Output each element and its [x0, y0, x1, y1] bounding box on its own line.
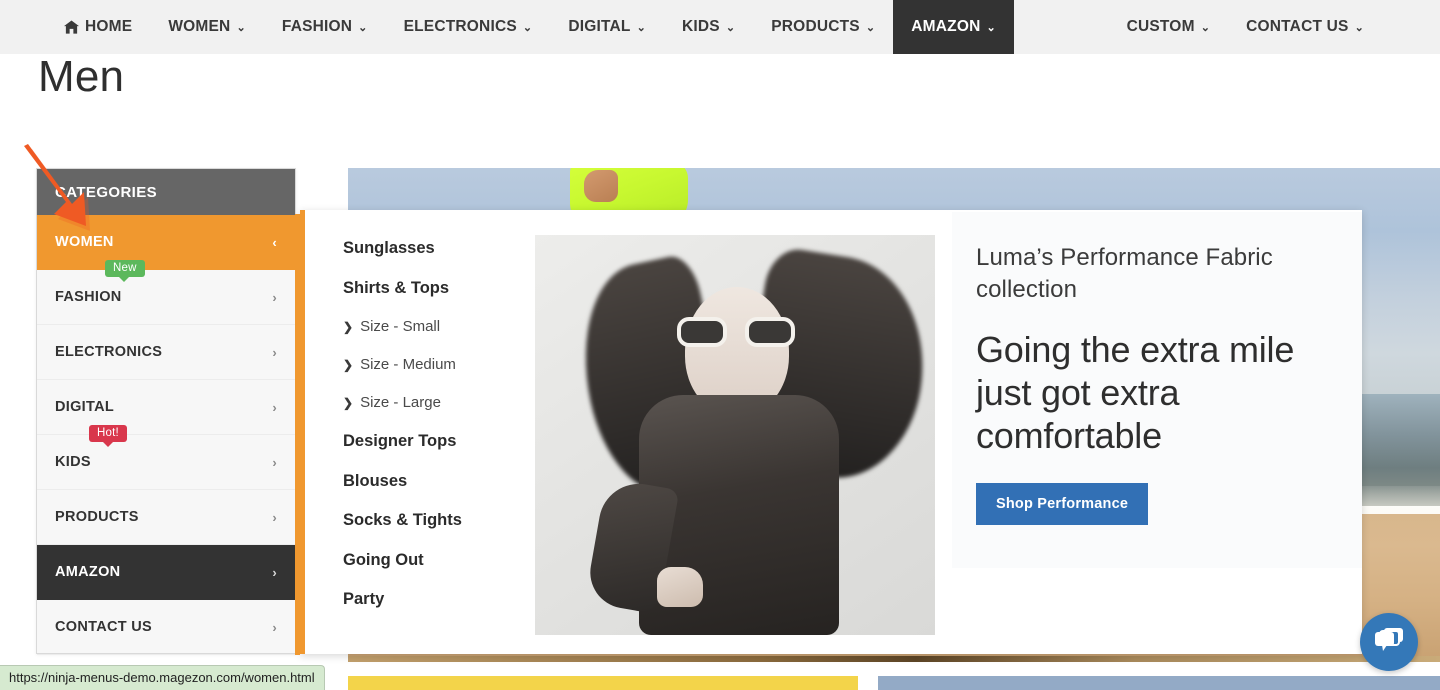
- nav-item-women[interactable]: WOMEN ⌄: [150, 0, 264, 54]
- sidebar-item-contact-us[interactable]: CONTACT US ›: [37, 600, 295, 655]
- megamenu-link-party[interactable]: Party: [343, 591, 533, 608]
- nav-item-digital-label: DIGITAL: [568, 18, 631, 35]
- chevron-right-icon: ›: [272, 289, 277, 305]
- promo-subtitle: Luma’s Performance Fabric collection: [976, 244, 1273, 303]
- nav-item-products[interactable]: PRODUCTS ⌄: [753, 0, 893, 54]
- badge-new: New: [105, 260, 145, 282]
- chevron-right-icon: ›: [272, 454, 277, 470]
- chevron-down-icon: ⌄: [636, 21, 646, 34]
- chevron-right-icon: ›: [272, 344, 277, 360]
- sidebar-item-contact-us-label: CONTACT US: [55, 619, 152, 635]
- model-sunglasses: [677, 317, 795, 347]
- sidebar-item-women-label: WOMEN: [55, 234, 114, 250]
- nav-item-fashion-label: FASHION: [281, 18, 353, 35]
- promo-panel: Luma’s Performance Fabric collection Goi…: [952, 212, 1362, 568]
- nav-item-amazon[interactable]: AMAZON ⌄: [893, 0, 1014, 54]
- bottom-yellow-block: [348, 676, 858, 690]
- categories-sidebar: CATEGORIES WOMEN ‹ New FASHION › ELECTRO…: [36, 168, 300, 655]
- chevron-down-icon: ⌄: [522, 21, 533, 34]
- sidebar-item-products-label: PRODUCTS: [55, 509, 139, 525]
- megamenu-link-size-large[interactable]: ❯ Size - Large: [343, 395, 533, 410]
- chevron-down-icon: ⌄: [236, 21, 246, 34]
- sidebar-item-products[interactable]: PRODUCTS ›: [37, 490, 295, 545]
- chevron-right-icon: ❯: [343, 357, 354, 372]
- bottom-blue-block: [878, 676, 1440, 690]
- megamenu-link-going-out[interactable]: Going Out: [343, 551, 533, 569]
- nav-item-custom-label: CUSTOM: [1126, 18, 1195, 35]
- chat-widget-button[interactable]: [1360, 613, 1418, 671]
- nav-item-electronics[interactable]: ELECTRONICS ⌄: [386, 0, 551, 54]
- megamenu-link-blouses[interactable]: Blouses: [343, 472, 533, 490]
- nav-item-electronics-label: ELECTRONICS: [403, 18, 517, 35]
- megamenu-link-socks-tights[interactable]: Socks & Tights: [343, 512, 533, 529]
- chevron-right-icon: ›: [272, 619, 277, 635]
- chevron-down-icon: ⌄: [1200, 21, 1211, 34]
- sidebar-accent-edge: [295, 214, 300, 655]
- nav-right-group: CUSTOM ⌄ CONTACT US ⌄: [1109, 0, 1382, 54]
- chevron-right-icon: ❯: [343, 395, 354, 410]
- nav-item-kids-label: KIDS: [681, 18, 720, 35]
- nav-item-fashion[interactable]: FASHION ⌄: [264, 0, 386, 54]
- banner-bottom-strip: [348, 656, 1440, 662]
- shop-performance-button[interactable]: Shop Performance: [976, 483, 1149, 526]
- home-icon: [64, 20, 79, 34]
- nav-item-amazon-label: AMAZON: [911, 18, 981, 35]
- nav-item-custom[interactable]: CUSTOM ⌄: [1109, 0, 1229, 54]
- megamenu-link-size-medium-label: Size - Medium: [360, 356, 456, 373]
- megamenu-link-size-small[interactable]: ❯ Size - Small: [343, 319, 533, 334]
- categories-header: CATEGORIES: [37, 169, 295, 215]
- sidebar-item-kids-label: KIDS: [55, 454, 91, 470]
- megamenu-link-list: Sunglasses Shirts & Tops ❯ Size - Small …: [305, 210, 533, 654]
- sidebar-item-kids[interactable]: Hot! KIDS ›: [37, 425, 295, 490]
- megamenu-link-size-small-label: Size - Small: [360, 318, 441, 335]
- top-navigation-bar: HOME WOMEN ⌄ FASHION ⌄ ELECTRONICS ⌄ DIG…: [0, 0, 1440, 54]
- browser-viewport: HOME WOMEN ⌄ FASHION ⌄ ELECTRONICS ⌄ DIG…: [0, 0, 1440, 690]
- badge-new-label: New: [113, 262, 137, 274]
- model-hand: [657, 567, 703, 607]
- chat-bubble-icon: [1374, 627, 1404, 658]
- megamenu-link-size-large-label: Size - Large: [360, 394, 441, 411]
- megamenu-link-designer-tops[interactable]: Designer Tops: [343, 433, 533, 450]
- status-bar-url: https://ninja-menus-demo.magezon.com/wom…: [0, 665, 325, 690]
- chevron-right-icon: ❯: [343, 319, 354, 334]
- megamenu-link-sunglasses[interactable]: Sunglasses: [343, 240, 533, 257]
- megamenu-link-shirts-tops[interactable]: Shirts & Tops: [343, 279, 533, 297]
- chevron-down-icon: ⌄: [725, 21, 736, 34]
- sidebar-item-electronics[interactable]: ELECTRONICS ›: [37, 325, 295, 380]
- sidebar-item-amazon-label: AMAZON: [55, 564, 121, 580]
- chevron-down-icon: ⌄: [865, 21, 876, 34]
- sidebar-item-electronics-label: ELECTRONICS: [55, 344, 163, 360]
- nav-item-digital[interactable]: DIGITAL ⌄: [550, 0, 664, 54]
- chevron-left-icon: ‹: [272, 234, 277, 250]
- badge-hot: Hot!: [89, 425, 127, 447]
- nav-item-contact-us-label: CONTACT US: [1246, 18, 1349, 35]
- chevron-down-icon: ⌄: [358, 21, 368, 34]
- chevron-right-icon: ›: [272, 564, 277, 580]
- sidebar-item-fashion-label: FASHION: [55, 289, 122, 305]
- nav-item-products-label: PRODUCTS: [771, 18, 860, 35]
- nav-item-home[interactable]: HOME: [46, 0, 150, 54]
- banner-runner-arm: [584, 170, 618, 202]
- sidebar-item-amazon[interactable]: AMAZON ›: [37, 545, 295, 600]
- sidebar-item-digital[interactable]: DIGITAL ›: [37, 380, 295, 435]
- page-title: Men: [38, 52, 125, 101]
- chevron-right-icon: ›: [272, 399, 277, 415]
- nav-left-group: HOME WOMEN ⌄ FASHION ⌄ ELECTRONICS ⌄ DIG…: [46, 0, 1014, 54]
- nav-item-women-label: WOMEN: [168, 18, 231, 35]
- sidebar-item-fashion[interactable]: New FASHION ›: [37, 260, 295, 325]
- nav-item-home-label: HOME: [85, 18, 133, 35]
- chevron-right-icon: ›: [272, 509, 277, 525]
- chevron-down-icon: ⌄: [1354, 21, 1364, 34]
- chevron-down-icon: ⌄: [986, 21, 996, 34]
- sidebar-item-women[interactable]: WOMEN ‹: [37, 215, 295, 270]
- sidebar-item-digital-label: DIGITAL: [55, 399, 115, 415]
- megamenu-model-photo: [535, 235, 935, 635]
- nav-item-contact-us[interactable]: CONTACT US ⌄: [1228, 0, 1382, 54]
- nav-item-kids[interactable]: KIDS ⌄: [664, 0, 753, 54]
- promo-title: Going the extra mile just got extra comf…: [976, 328, 1295, 457]
- megamenu-link-size-medium[interactable]: ❯ Size - Medium: [343, 357, 533, 372]
- badge-hot-label: Hot!: [97, 427, 119, 439]
